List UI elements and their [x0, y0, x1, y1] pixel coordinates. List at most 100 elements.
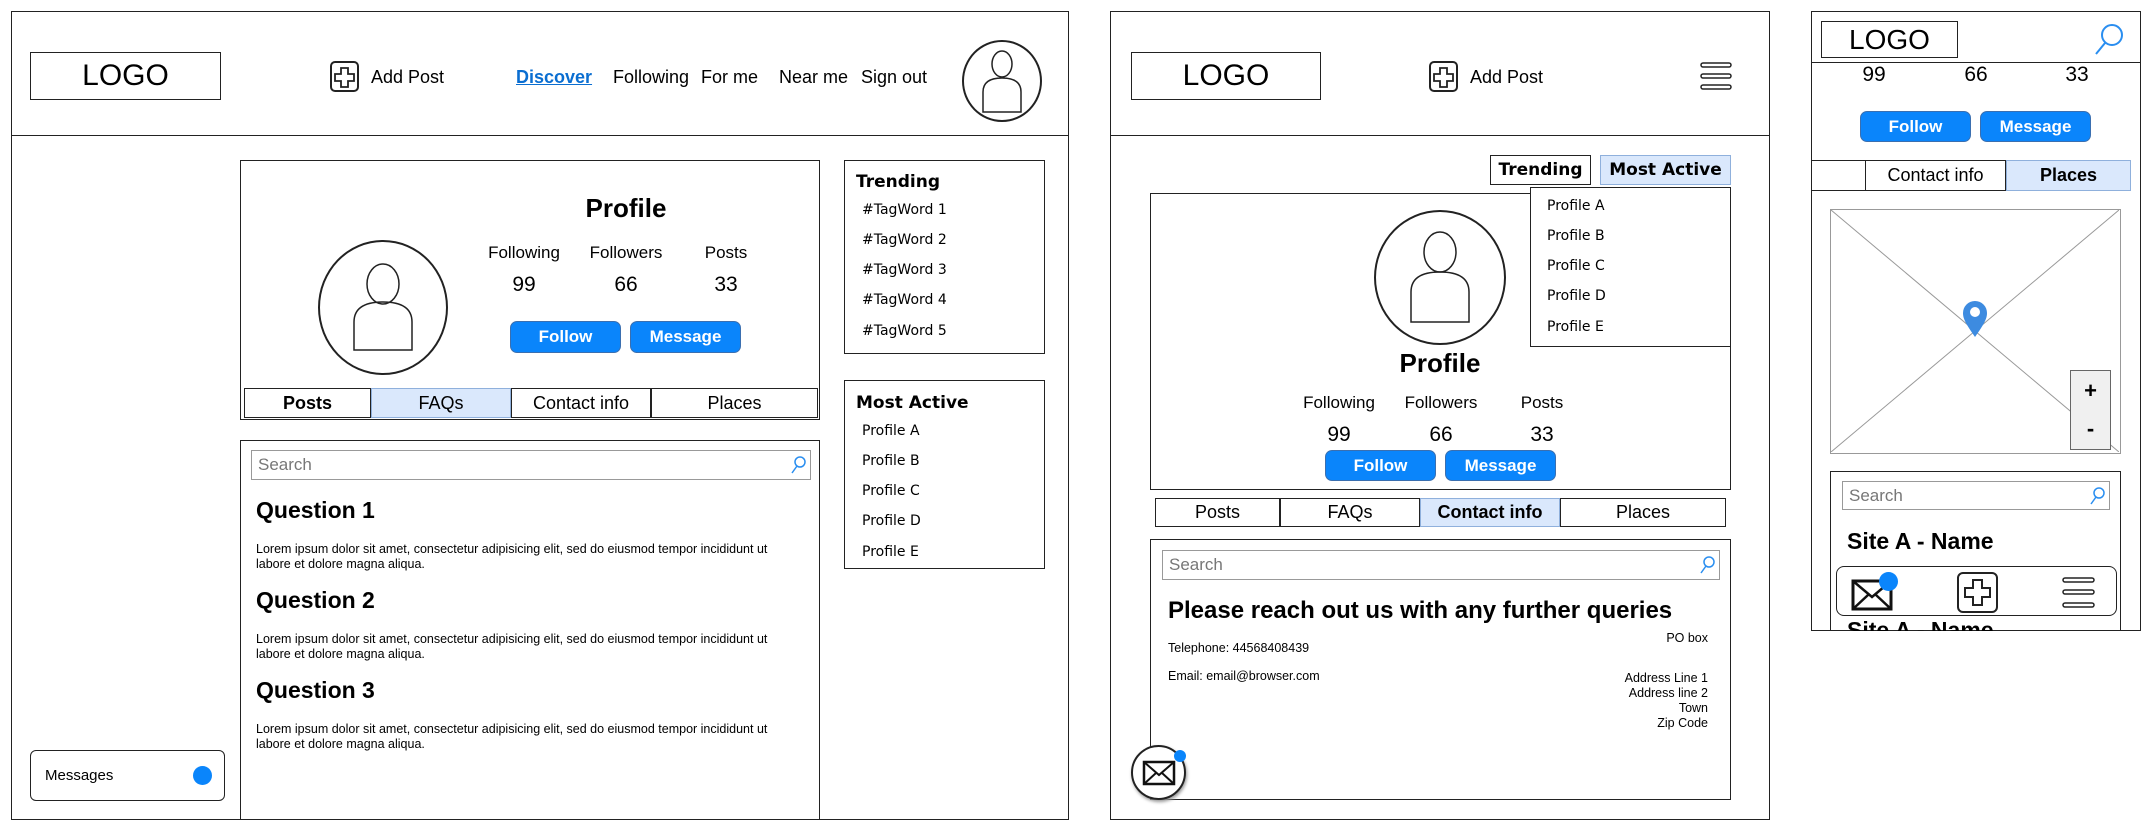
trending-item[interactable]: #TagWord 3 [862, 262, 947, 278]
tab-faqs[interactable]: FAQs [1280, 498, 1420, 527]
stat-value-followers: 66 [614, 273, 638, 296]
tab-contact-info[interactable]: Contact info [1865, 160, 2006, 191]
most-active-item[interactable]: Profile D [862, 513, 921, 529]
message-button[interactable]: Message [1980, 111, 2091, 142]
messages-button[interactable]: Messages [30, 750, 225, 801]
contact-search-input[interactable]: Search [1162, 550, 1720, 580]
zoom-control: + - [2070, 370, 2111, 450]
stat-value-following: 99 [1862, 63, 1886, 86]
faq-question-3: Question 3 [256, 677, 375, 703]
tab-most-active[interactable]: Most Active [1600, 155, 1731, 185]
stat-value-following: 99 [1327, 423, 1351, 446]
contact-heading: Please reach out us with any further que… [1168, 597, 1673, 624]
desktop-header-divider [11, 135, 1069, 136]
stat-value-posts: 33 [714, 273, 738, 296]
tab-faqs[interactable]: FAQs [371, 388, 511, 418]
address-line: Zip Code [1657, 716, 1708, 730]
message-button[interactable]: Message [630, 321, 741, 353]
message-button[interactable]: Message [1445, 450, 1556, 481]
tab-places[interactable]: Places [1560, 498, 1726, 527]
trending-item[interactable]: #TagWord 4 [862, 292, 947, 308]
zoom-in-button[interactable]: + [2071, 371, 2110, 411]
nav-near-me[interactable]: Near me [779, 67, 848, 88]
follow-button[interactable]: Follow [1325, 450, 1436, 481]
mobile-bottom-nav [1836, 566, 2117, 616]
plus-square-icon [330, 61, 359, 92]
stat-value-posts: 33 [2065, 63, 2089, 86]
user-icon [1410, 231, 1470, 323]
follow-button[interactable]: Follow [1860, 111, 1971, 142]
contact-telephone: Telephone: 44568408439 [1168, 641, 1310, 655]
tab-posts[interactable]: Posts [244, 388, 371, 418]
trending-item[interactable]: #TagWord 5 [862, 323, 947, 339]
search-icon [1700, 556, 1715, 574]
site-name[interactable]: Site A - Name [1847, 617, 1994, 631]
hamburger-menu-icon[interactable] [1700, 60, 1732, 92]
add-post-icon[interactable] [1956, 571, 2000, 615]
search-placeholder: Search [1169, 555, 1223, 574]
tab-places[interactable]: Places [651, 388, 818, 418]
address-line: Address line 2 [1628, 686, 1708, 700]
logo[interactable]: LOGO [1821, 21, 1958, 58]
stat-label-posts: Posts [704, 243, 748, 262]
stat-value-followers: 66 [1964, 63, 1988, 86]
tab-contact-info[interactable]: Contact info [1420, 498, 1560, 527]
tab-places[interactable]: Places [2006, 160, 2131, 191]
trending-item[interactable]: #TagWord 2 [862, 232, 947, 248]
nav-for-me[interactable]: For me [701, 67, 758, 88]
search-placeholder: Search [1849, 485, 1903, 505]
faq-answer-2: Lorem ipsum dolor sit amet, consectetur … [256, 632, 768, 661]
most-active-item[interactable]: Profile E [862, 544, 919, 560]
add-post-button[interactable]: Add Post [1428, 59, 1543, 95]
trending-item[interactable]: #TagWord 1 [862, 202, 947, 218]
add-post-label: Add Post [1470, 66, 1544, 87]
places-search-input[interactable]: Search [1842, 481, 2110, 510]
tab-posts[interactable]: Posts [1155, 498, 1280, 527]
most-active-item[interactable]: Profile C [862, 483, 920, 499]
add-post-label: Add Post [371, 66, 445, 87]
search-icon [2090, 486, 2105, 504]
user-icon [353, 263, 413, 351]
dropdown-item[interactable]: Profile A [1547, 198, 1605, 214]
nav-following[interactable]: Following [613, 67, 689, 88]
user-avatar[interactable] [962, 40, 1042, 122]
trending-title: Trending [856, 172, 941, 192]
map-pin-icon [1963, 301, 1987, 337]
follow-button[interactable]: Follow [510, 321, 621, 353]
stat-label-followers: Followers [589, 243, 663, 262]
zoom-out-button[interactable]: - [2071, 411, 2110, 447]
profile-title: Profile [1399, 348, 1481, 378]
profile-title: Profile [585, 193, 667, 223]
stat-label-following: Following [488, 243, 560, 262]
dropdown-item[interactable]: Profile B [1547, 228, 1605, 244]
tab-trending[interactable]: Trending [1490, 155, 1591, 185]
user-icon [982, 50, 1022, 113]
address-line: Address Line 1 [1624, 671, 1708, 685]
tablet-header-divider [1110, 135, 1770, 136]
most-active-item[interactable]: Profile A [862, 423, 920, 439]
dropdown-item[interactable]: Profile C [1547, 258, 1605, 274]
map-view[interactable]: + - [1830, 209, 2121, 454]
messages-fab[interactable] [1131, 745, 1186, 800]
messages-button[interactable] [1851, 572, 1898, 616]
profile-avatar [318, 240, 448, 375]
nav-sign-out[interactable]: Sign out [861, 67, 927, 88]
dropdown-item[interactable]: Profile E [1547, 319, 1604, 335]
nav-discover[interactable]: Discover [516, 67, 592, 88]
dropdown-item[interactable]: Profile D [1547, 288, 1606, 304]
stat-label-posts: Posts [1520, 393, 1564, 412]
faq-answer-3: Lorem ipsum dolor sit amet, consectetur … [256, 722, 768, 751]
tab-contact-info[interactable]: Contact info [511, 388, 651, 418]
add-post-button[interactable]: Add Post [329, 59, 444, 95]
logo[interactable]: LOGO [1131, 52, 1321, 100]
search-placeholder: Search [258, 455, 312, 474]
search-icon[interactable] [2093, 22, 2125, 56]
stat-label-following: Following [1303, 393, 1375, 412]
logo[interactable]: LOGO [30, 52, 221, 100]
faq-search-input[interactable]: Search [251, 450, 811, 480]
site-name[interactable]: Site A - Name [1847, 528, 1994, 555]
most-active-item[interactable]: Profile B [862, 453, 920, 469]
notification-dot [1174, 750, 1186, 762]
tab-faqs-partial[interactable] [1811, 160, 1866, 191]
hamburger-menu-icon[interactable] [2062, 576, 2096, 609]
